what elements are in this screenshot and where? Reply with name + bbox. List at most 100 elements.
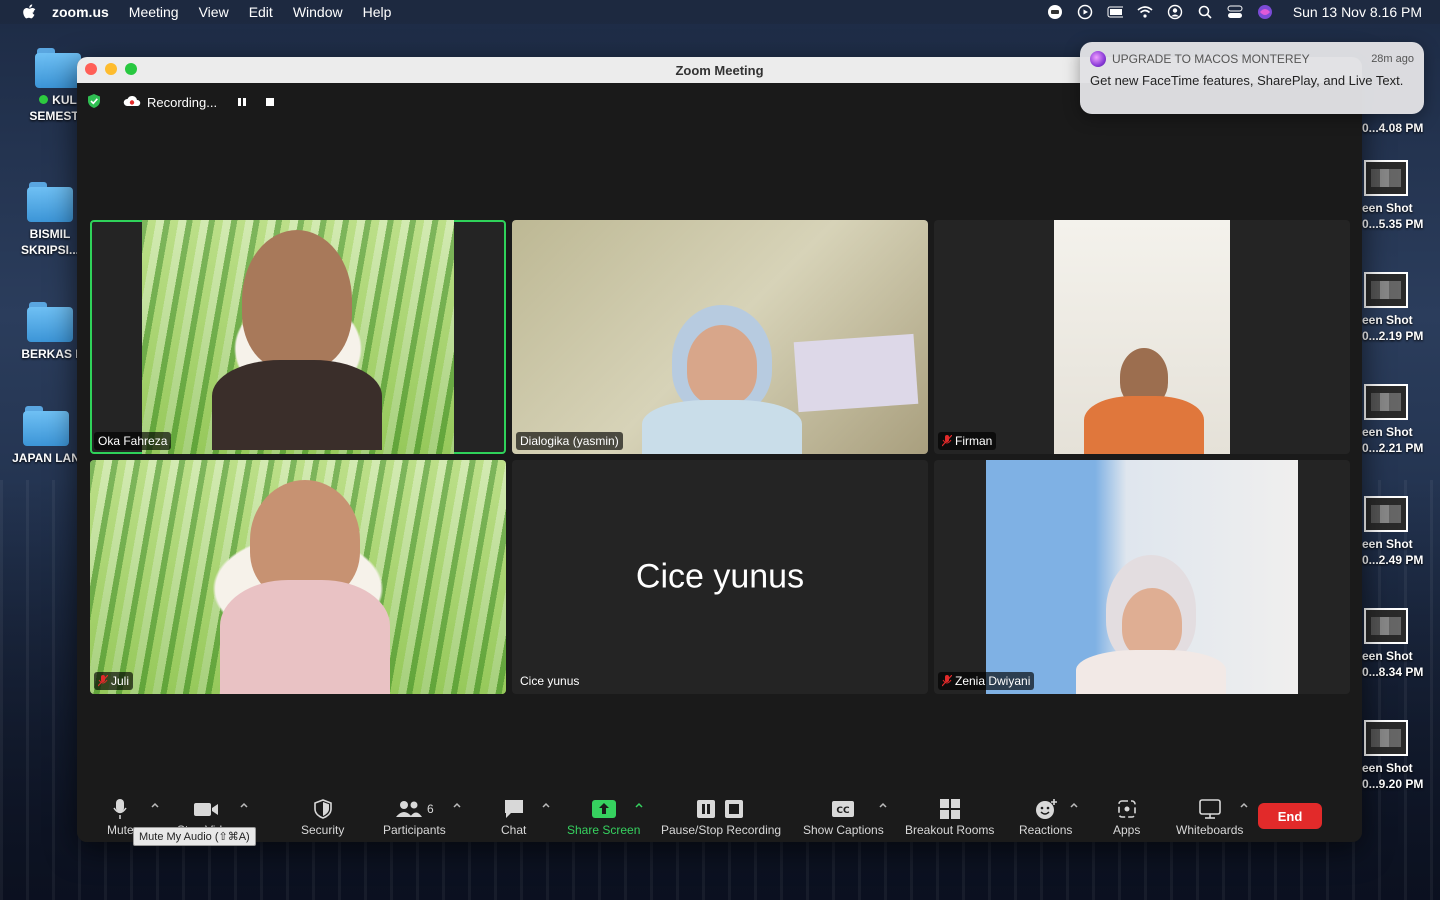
participant-tile[interactable]: Firman	[934, 220, 1350, 454]
apple-icon[interactable]	[22, 4, 38, 20]
chevron-up-icon[interactable]	[239, 800, 249, 810]
menu-view[interactable]: View	[199, 4, 229, 20]
menu-edit[interactable]: Edit	[249, 4, 273, 20]
participant-tile[interactable]: Juli	[90, 460, 506, 694]
menu-help[interactable]: Help	[363, 4, 392, 20]
menu-window[interactable]: Window	[293, 4, 343, 20]
participants-label: Participants	[383, 823, 446, 837]
participant-name-label: Dialogika (yasmin)	[516, 432, 623, 450]
mute-button[interactable]: Mute	[107, 798, 134, 837]
participant-tile[interactable]: Dialogika (yasmin)	[512, 220, 928, 454]
share-screen-label: Share Screen	[567, 823, 641, 837]
microphone-icon	[113, 798, 127, 820]
participant-count: 6	[427, 802, 434, 816]
chevron-up-icon[interactable]	[878, 800, 888, 810]
security-button[interactable]: Security	[301, 798, 344, 837]
menubar-clock[interactable]: Sun 13 Nov 8.16 PM	[1293, 4, 1422, 20]
desktop-screenshot-file[interactable]: een Shot 0...2.21 PM	[1362, 384, 1440, 456]
reactions-button[interactable]: Reactions	[1019, 798, 1072, 837]
participant-tile[interactable]: Zenia Dwiyani	[934, 460, 1350, 694]
whiteboards-button[interactable]: Whiteboards	[1176, 798, 1243, 837]
participant-name-label: Juli	[94, 672, 134, 690]
menubar: zoom.us Meeting View Edit Window Help Su…	[0, 0, 1440, 24]
close-button[interactable]	[85, 63, 97, 75]
desktop-screenshot-file[interactable]: een Shot 0...5.35 PM	[1362, 160, 1440, 232]
chevron-up-icon[interactable]	[541, 800, 551, 810]
zoom-meeting-window: Zoom Meeting Recording... Oka Fahreza Di…	[77, 57, 1362, 842]
search-icon[interactable]	[1197, 4, 1213, 20]
participant-name-label: Cice yunus	[520, 674, 580, 688]
notification-message: Get new FaceTime features, SharePlay, an…	[1090, 73, 1404, 88]
muted-mic-icon	[942, 435, 952, 447]
screenshot-label: een Shot	[1362, 761, 1413, 775]
screenshot-thumbnail	[1364, 384, 1408, 420]
screenshot-label: een Shot	[1362, 313, 1413, 327]
pause-stop-recording-button[interactable]: Pause/Stop Recording	[661, 798, 781, 837]
shield-check-icon[interactable]	[87, 93, 101, 112]
desktop-screenshot-file[interactable]: een Shot 0...2.19 PM	[1362, 272, 1440, 344]
cloud-record-icon	[123, 95, 141, 110]
chat-button[interactable]: Chat	[501, 798, 526, 837]
zoom-status-icon[interactable]	[1047, 4, 1063, 20]
participants-icon: 6	[395, 798, 434, 820]
battery-icon[interactable]	[1107, 4, 1123, 20]
screenshot-label: een Shot	[1362, 425, 1413, 439]
chevron-up-icon[interactable]	[1239, 800, 1249, 810]
user-account-icon[interactable]	[1167, 4, 1183, 20]
chevron-up-icon[interactable]	[634, 800, 644, 810]
breakout-rooms-button[interactable]: Breakout Rooms	[905, 798, 994, 837]
window-title: Zoom Meeting	[675, 62, 764, 78]
chevron-up-icon[interactable]	[150, 800, 160, 810]
participant-video	[512, 220, 928, 454]
screenshot-thumbnail	[1364, 608, 1408, 644]
folder-icon	[27, 182, 73, 222]
wifi-icon[interactable]	[1137, 4, 1153, 20]
screen-record-icon[interactable]	[1077, 4, 1093, 20]
closed-captions-icon: CC	[831, 798, 855, 820]
screenshot-label: 0...2.49 PM	[1362, 553, 1424, 567]
desktop-folder-japan[interactable]: JAPAN LAN	[6, 406, 86, 466]
stop-recording-icon[interactable]	[265, 95, 275, 110]
folder-icon	[23, 406, 69, 446]
control-center-icon[interactable]	[1227, 4, 1243, 20]
desktop-screenshot-file[interactable]: een Shot 0...2.49 PM	[1362, 496, 1440, 568]
siri-icon[interactable]	[1257, 4, 1273, 20]
screenshot-thumbnail	[1364, 272, 1408, 308]
breakout-label: Breakout Rooms	[905, 823, 995, 837]
screenshot-thumbnail	[1364, 160, 1408, 196]
participant-video	[986, 460, 1298, 694]
mute-tooltip: Mute My Audio (⇧⌘A)	[133, 827, 256, 846]
security-label: Security	[301, 823, 345, 837]
whiteboard-icon	[1198, 798, 1222, 820]
participants-button[interactable]: 6 Participants	[383, 798, 446, 837]
desktop-screenshot-file[interactable]: een Shot 0...9.20 PM	[1362, 720, 1440, 792]
menu-app-name[interactable]: zoom.us	[52, 4, 109, 20]
pause-recording-icon[interactable]	[237, 95, 247, 110]
apps-label: Apps	[1113, 823, 1141, 837]
desktop-screenshot-file[interactable]: een Shot 0...8.34 PM	[1362, 608, 1440, 680]
pause-stop-icon	[695, 798, 747, 820]
minimize-button[interactable]	[105, 63, 117, 75]
participant-video	[1054, 220, 1230, 454]
whiteboards-label: Whiteboards	[1176, 823, 1244, 837]
participant-name-label: Firman	[938, 432, 997, 450]
system-notification[interactable]: UPGRADE TO MACOS MONTEREY 28m ago Get ne…	[1080, 42, 1424, 114]
menu-meeting[interactable]: Meeting	[129, 4, 179, 20]
video-off-name: Cice yunus	[635, 557, 805, 596]
participant-tile[interactable]: Cice yunus Cice yunus	[512, 460, 928, 694]
chevron-up-icon[interactable]	[1069, 800, 1079, 810]
desktop-screenshot-file[interactable]: 0...4.08 PM	[1362, 120, 1440, 136]
participant-video	[142, 220, 454, 454]
participant-name-label: Oka Fahreza	[94, 432, 172, 450]
share-screen-button[interactable]: Share Screen	[567, 798, 640, 837]
participant-tile[interactable]: Oka Fahreza	[90, 220, 506, 454]
apps-button[interactable]: Apps	[1113, 798, 1140, 837]
screenshot-label: een Shot	[1362, 201, 1413, 215]
zoom-window-button[interactable]	[125, 63, 137, 75]
folder-icon	[35, 48, 81, 88]
chevron-up-icon[interactable]	[452, 800, 462, 810]
show-captions-button[interactable]: CC Show Captions	[803, 798, 884, 837]
end-meeting-button[interactable]: End	[1258, 803, 1322, 829]
shield-icon	[313, 798, 332, 820]
screenshot-label: 0...2.19 PM	[1362, 329, 1424, 343]
